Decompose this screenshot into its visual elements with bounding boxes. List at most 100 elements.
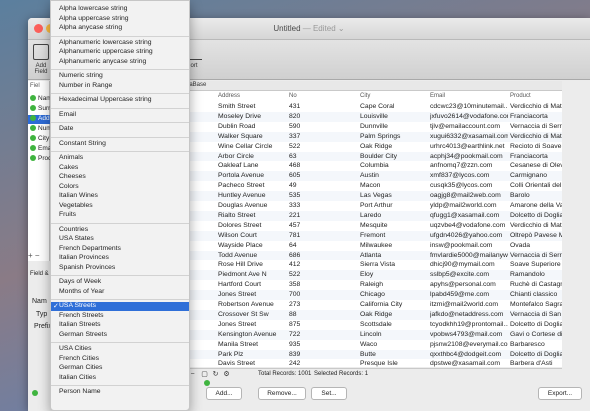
menu-item-vegetables[interactable]: Vegetables	[51, 202, 189, 211]
table-row[interactable]: Walker Square 337 Palm Springs xugui6332@xa…	[176, 131, 562, 142]
menu-item-german-cities[interactable]: German Cities	[51, 364, 189, 373]
menu-item-person-name[interactable]: Person Name	[51, 388, 189, 397]
menu-item-date[interactable]: Date	[51, 125, 189, 134]
menu-item-colors[interactable]: Colors	[51, 183, 189, 192]
menu-item-countries[interactable]: Countries	[51, 226, 189, 235]
table-row[interactable]: Jones Street 875 Scottsdale tcyodkhh19@pron…	[176, 320, 562, 330]
menu-item-numeric-string[interactable]: Numeric string	[51, 72, 189, 81]
table-row[interactable]: Moseley Drive 820 Louisville jxfuvo2614@vod…	[176, 111, 562, 122]
menu-item-animals[interactable]: Animals	[51, 154, 189, 163]
menu-item-fruits[interactable]: Fruits	[51, 211, 189, 220]
cell-city: Sierra Vista	[360, 261, 396, 269]
table-row[interactable]: Park Plz 839 Butte qxxthbc4@dodgeit.com Dolc…	[176, 349, 562, 360]
menu-item-label: USA Cities	[59, 345, 92, 352]
table-row[interactable]: Todd Avenue 686 Atlanta fmvlardie5000@maila…	[176, 250, 562, 261]
column-header-product[interactable]: Product	[510, 91, 531, 101]
menu-item-number-in-range[interactable]: Number in Range	[51, 82, 189, 91]
add-remove-field-controls[interactable]: + −	[28, 251, 50, 261]
table-row[interactable]: Hartford Court 358 Raleigh apyhs@personal.c…	[176, 280, 562, 290]
menu-item-months-of-year[interactable]: Months of Year	[51, 288, 189, 297]
menu-item-alphanumeric-anycase-string[interactable]: Alphanumeric anycase string	[51, 58, 189, 67]
table-row[interactable]: Pacheco Street 49 Macon cusqk35@lycos.com Co…	[176, 181, 562, 191]
gear-icon[interactable]: ⚙	[222, 370, 231, 379]
table-row[interactable]: Oakleaf Lane 468 Columbia anfnomq7@zzn.com C…	[176, 161, 562, 171]
cell-city: Presque Isle	[360, 360, 398, 367]
menu-item-usa-states[interactable]: USA States	[51, 235, 189, 244]
table-row[interactable]: Dolores Street 457 Mesquite uqzvbe4@vodafon…	[176, 221, 562, 231]
table-row[interactable]: Robertson Avenue 273 California City itzmi@…	[176, 300, 562, 310]
table-row[interactable]: Jones Street 700 Chicago lpabd459@me.com Chi…	[176, 290, 562, 300]
menu-item-constant-string[interactable]: Constant String	[51, 140, 189, 149]
menu-item-french-cities[interactable]: French Cities	[51, 355, 189, 364]
cell-email: yldp@mail2world.com	[430, 202, 497, 209]
cell-product: Ruchè di Castagnole...	[510, 281, 562, 289]
type-popup-menu[interactable]: Alpha lowercase string Alpha uppercase st…	[50, 0, 190, 411]
duplicate-icon[interactable]: ▢	[200, 370, 209, 379]
table-row[interactable]: Wilson Court 781 Fremont ufgdn4026@yahoo.co…	[176, 230, 562, 241]
menu-item-alphanumeric-uppercase-string[interactable]: Alphanumeric uppercase string	[51, 48, 189, 57]
column-header-no[interactable]: No	[289, 91, 297, 101]
table-row[interactable]: Manila Street 935 Waco pjsnw2108@everymail.…	[176, 340, 562, 350]
cell-city: Oak Ridge	[360, 310, 393, 318]
menu-item-italian-streets[interactable]: Italian Streets	[51, 321, 189, 330]
cell-email: vpobws4793@mail.com	[430, 330, 503, 338]
cell-email: fmvlardie5000@mailanywh...	[430, 251, 508, 259]
column-header-email[interactable]: Email	[430, 91, 445, 101]
menu-item-spanish-provinces[interactable]: Spanish Provinces	[51, 264, 189, 273]
table-row[interactable]: Davis Street 242 Presque Isle dpstwe@xasama…	[176, 359, 562, 367]
sidebar-item-surname[interactable]: Surn	[30, 105, 52, 114]
menu-item-italian-cities[interactable]: Italian Cities	[51, 374, 189, 383]
sidebar-header: Fiel	[30, 83, 40, 89]
menu-item-hexadecimal-uppercase-string[interactable]: Hexadecimal Uppercase string	[51, 96, 189, 105]
sidebar-item-city[interactable]: City	[30, 135, 49, 144]
menu-item-alpha-anycase-string[interactable]: Alpha anycase string	[51, 24, 189, 33]
cell-no: 63	[289, 152, 297, 160]
sidebar-item-number[interactable]: Num	[30, 125, 52, 134]
table-row[interactable]: Wine Cellar Circle 522 Oak Ridge urhrc4013@…	[176, 142, 562, 152]
column-header-city[interactable]: City	[360, 91, 370, 101]
menu-item-alpha-uppercase-string[interactable]: Alpha uppercase string	[51, 15, 189, 24]
export-button[interactable]: Export...	[538, 387, 582, 400]
menu-item-french-streets[interactable]: French Streets	[51, 312, 189, 321]
menu-item-usa-streets[interactable]: ✓ USA Streets	[51, 302, 189, 311]
table-row[interactable]: Smith Street 431 Cape Coral cdcwc23@10minut…	[176, 102, 562, 112]
table-row[interactable]: Rose Hill Drive 412 Sierra Vista dhicj90@my…	[176, 260, 562, 270]
menu-item-german-streets[interactable]: German Streets	[51, 331, 189, 340]
table-row[interactable]: Dublin Road 590 Dunnville tjlv@emailaccount…	[176, 122, 562, 132]
cell-product: Oltrepò Pavese Metod...	[510, 231, 562, 239]
menu-item-french-departments[interactable]: French Departments	[51, 245, 189, 254]
column-header-address[interactable]: Address	[218, 91, 240, 101]
table-row[interactable]: Kensington Avenue 722 Lincoln vpobws4793@ma…	[176, 329, 562, 340]
remove-button[interactable]: Remove...	[258, 387, 306, 400]
sidebar-item-name[interactable]: Nam	[30, 95, 52, 104]
records-table[interactable]: Address No City Email Product Smith Stre…	[176, 91, 562, 367]
menu-item-alpha-lowercase-string[interactable]: Alpha lowercase string	[51, 5, 189, 14]
table-row[interactable]: Wayside Place 64 Milwaukee insw@pookmail.co…	[176, 241, 562, 251]
table-row[interactable]: Douglas Avenue 333 Port Arthur yldp@mail2wo…	[176, 201, 562, 211]
table-row[interactable]: Huntley Avenue 535 Las Vegas oagjg8@mail2we…	[176, 191, 562, 201]
table-row[interactable]: Arbor Circle 63 Boulder City acphj34@pookma…	[176, 151, 562, 162]
menu-item-email[interactable]: Email	[51, 111, 189, 120]
set-button[interactable]: Set...	[311, 387, 347, 400]
refresh-icon[interactable]: ↻	[211, 370, 220, 379]
table-row[interactable]: Portola Avenue 605 Austin xmf837@lycos.com C…	[176, 171, 562, 182]
menu-item-days-of-week[interactable]: Days of Week	[51, 278, 189, 287]
menu-item-alphanumeric-lowercase-string[interactable]: Alphanumeric lowercase string	[51, 39, 189, 48]
add-button[interactable]: Add...	[206, 387, 242, 400]
cell-city: Lincoln	[360, 330, 382, 338]
table-row[interactable]: Rialto Street 221 Laredo qfugg1@xasamail.co…	[176, 210, 562, 221]
cell-city: Mesquite	[360, 221, 388, 229]
menu-item-italian-provinces[interactable]: Italian Provinces	[51, 254, 189, 263]
sidebar-item-product[interactable]: Prod	[30, 155, 52, 164]
menu-item-label: Email	[59, 110, 76, 118]
cell-no: 88	[289, 310, 297, 318]
cell-email: tjlv@emailaccount.com	[430, 122, 500, 130]
sidebar-item-address[interactable]: Addr	[28, 115, 52, 124]
table-row[interactable]: Crossover St Sw 88 Oak Ridge jafkdo@netaddr…	[176, 309, 562, 320]
menu-item-cakes[interactable]: Cakes	[51, 164, 189, 173]
table-row[interactable]: Piedmont Ave N 522 Eloy sslbp5@excite.com Ra…	[176, 270, 562, 281]
menu-item-italian-wines[interactable]: Italian Wines	[51, 192, 189, 201]
add-field-button[interactable]: Add Field	[30, 44, 52, 75]
menu-item-usa-cities[interactable]: USA Cities	[51, 345, 189, 354]
menu-item-cheeses[interactable]: Cheeses	[51, 173, 189, 182]
